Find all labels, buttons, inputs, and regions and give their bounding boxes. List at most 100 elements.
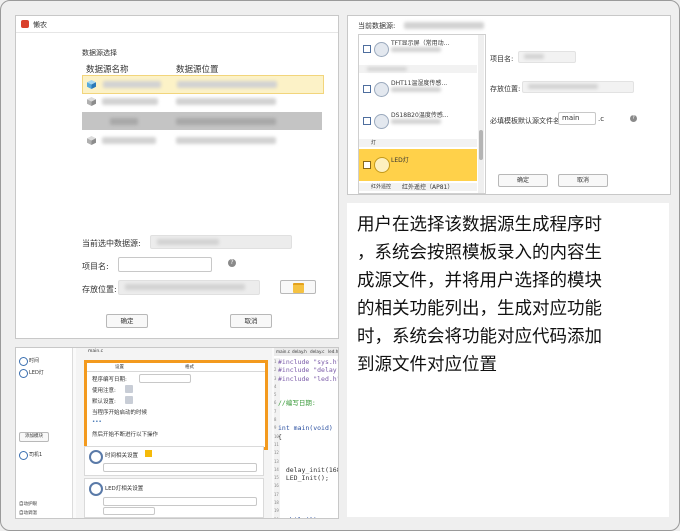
led-settings-block[interactable]: LED灯相关设置 bbox=[84, 478, 264, 518]
editor-window: 时间 LED灯 添加模块 司机1 自动护眼 自动调温 main.c 设置 格式 … bbox=[15, 347, 339, 519]
project-name-input[interactable] bbox=[518, 51, 576, 63]
code-line[interactable]: #include "delay.h" bbox=[278, 366, 338, 374]
module-list[interactable]: TFT显示屏（常用动... DHT11温湿度传感... DS18B20温度传感.… bbox=[358, 34, 486, 194]
code-tab[interactable]: delay.h bbox=[292, 349, 307, 354]
dots-indicator: ••• bbox=[92, 419, 102, 425]
settings-tabs: 设置 格式 bbox=[87, 363, 265, 372]
checkbox[interactable] bbox=[363, 45, 371, 53]
clock-icon bbox=[19, 357, 28, 366]
main-tab[interactable]: main.c bbox=[88, 349, 103, 354]
description-line: ，系统会按照模板录入的内容生 bbox=[357, 243, 602, 263]
default-settings-label: 默认设置: bbox=[92, 399, 116, 405]
title-bar: 懒农 bbox=[16, 16, 338, 33]
code-line[interactable] bbox=[278, 507, 338, 515]
project-name-input[interactable] bbox=[118, 257, 212, 272]
code-line[interactable]: { bbox=[278, 433, 338, 441]
checkbox[interactable] bbox=[363, 85, 371, 93]
filename-input[interactable]: main bbox=[558, 112, 596, 125]
code-tab[interactable]: led.h bbox=[328, 349, 338, 354]
code-line[interactable]: #include "sys.h" bbox=[278, 358, 338, 366]
bottom-item-temp[interactable]: 自动调温 bbox=[19, 510, 37, 516]
code-line[interactable]: delay_init(168); bbox=[278, 466, 338, 474]
list-item-selected[interactable]: LED灯 bbox=[359, 149, 477, 181]
cancel-button[interactable]: 取消 bbox=[558, 174, 608, 187]
tab-settings[interactable]: 设置 bbox=[115, 364, 124, 370]
code-line[interactable]: while(1) bbox=[278, 516, 338, 518]
code-line[interactable]: int main(void) bbox=[278, 424, 338, 432]
code-tab[interactable]: main.c bbox=[276, 349, 290, 354]
description-line: 时，系统会将功能对应代码添加 bbox=[357, 327, 602, 347]
help-icon[interactable]: ? bbox=[228, 259, 236, 267]
database-cube-icon bbox=[87, 97, 96, 106]
list-item[interactable]: DS18B20温度传感... bbox=[359, 107, 477, 135]
list-item[interactable]: DHT11温湿度传感... bbox=[359, 75, 477, 103]
code-line[interactable] bbox=[278, 499, 338, 507]
datasource-dialog: 懒农 数据源选择 数据源名称 数据源位置 当前选中数据源: 项目名: ? 存放位… bbox=[15, 15, 339, 339]
group-separator: 灯 bbox=[359, 139, 477, 147]
module-sidebar: 时间 LED灯 添加模块 司机1 自动护眼 自动调温 bbox=[16, 348, 73, 518]
ok-button[interactable]: 确定 bbox=[498, 174, 548, 187]
module-icon bbox=[374, 82, 389, 97]
checkbox[interactable] bbox=[363, 161, 371, 169]
table-row[interactable] bbox=[82, 93, 322, 110]
led-select[interactable] bbox=[103, 497, 257, 506]
sidebar-item-led[interactable]: LED灯 bbox=[29, 369, 44, 376]
cancel-button[interactable]: 取消 bbox=[230, 314, 272, 328]
edit-icon[interactable] bbox=[145, 450, 152, 457]
code-line[interactable] bbox=[278, 408, 338, 416]
time-select[interactable] bbox=[103, 463, 257, 472]
table-row[interactable] bbox=[82, 75, 324, 94]
module-label-ir: 红外遥控（AP81） bbox=[402, 184, 454, 191]
table-row[interactable] bbox=[82, 112, 322, 130]
template-filename-label: 必填模板默认源文件名: bbox=[490, 117, 563, 125]
code-line[interactable] bbox=[278, 383, 338, 391]
project-name-label: 项目名: bbox=[490, 55, 514, 63]
list-item[interactable]: TFT显示屏（常用动... bbox=[359, 35, 477, 63]
database-cube-icon bbox=[87, 80, 96, 89]
program-date-input[interactable] bbox=[139, 374, 191, 383]
add-module-button[interactable]: 添加模块 bbox=[19, 432, 49, 442]
description-line: 用户在选择该数据源生成程序时 bbox=[357, 215, 602, 235]
code-line[interactable] bbox=[278, 416, 338, 424]
code-line[interactable] bbox=[278, 458, 338, 466]
app-logo-icon bbox=[21, 20, 29, 28]
section-label: 数据源选择 bbox=[82, 49, 117, 57]
note-icon[interactable] bbox=[125, 385, 133, 393]
time-settings-block[interactable]: 时间相关设置 bbox=[84, 446, 264, 476]
filename-value: main bbox=[562, 114, 580, 122]
code-line[interactable] bbox=[278, 482, 338, 490]
code-line[interactable] bbox=[278, 449, 338, 457]
code-line[interactable] bbox=[278, 441, 338, 449]
program-date-label: 程序编写日期: bbox=[92, 377, 127, 383]
browse-folder-button[interactable] bbox=[280, 280, 316, 294]
code-line[interactable]: //编写日期: bbox=[278, 399, 338, 407]
config-icon[interactable] bbox=[125, 396, 133, 404]
table-row[interactable] bbox=[82, 132, 322, 149]
description-line: 成源文件，并将用户选择的模块 bbox=[357, 271, 602, 291]
led-option[interactable] bbox=[103, 507, 155, 515]
module-dialog: 当前数据源: TFT显示屏（常用动... DHT11温湿度传感... DS18B… bbox=[347, 15, 671, 195]
sidebar-item-driver[interactable]: 司机1 bbox=[29, 451, 42, 458]
group-label: 红外遥控 bbox=[371, 184, 392, 190]
current-source-header: 当前数据源: bbox=[358, 22, 396, 30]
sidebar-item-time[interactable]: 时间 bbox=[29, 357, 39, 364]
description-line: 到源文件对应位置 bbox=[357, 355, 497, 375]
description-panel: 用户在选择该数据源生成程序时 ，系统会按照模板录入的内容生 成源文件，并将用户选… bbox=[347, 203, 669, 517]
code-tab[interactable]: delay.c bbox=[310, 349, 324, 354]
checkbox[interactable] bbox=[363, 117, 371, 125]
code-line[interactable]: LED_Init(); bbox=[278, 474, 338, 482]
module-label: TFT显示屏（常用动... bbox=[391, 40, 450, 47]
ok-button[interactable]: 确定 bbox=[106, 314, 148, 328]
location-field bbox=[522, 81, 634, 93]
col-header-location: 数据源位置 bbox=[176, 65, 219, 75]
folder-icon bbox=[293, 283, 304, 293]
bottom-item-eye[interactable]: 自动护眼 bbox=[19, 501, 37, 507]
code-line[interactable]: #include "led.h" bbox=[278, 375, 338, 383]
list-scrollbar[interactable] bbox=[478, 35, 484, 193]
tab-format[interactable]: 格式 bbox=[185, 364, 194, 370]
current-source-label: 当前选中数据源: bbox=[82, 239, 141, 248]
code-text[interactable]: #include "sys.h"#include "delay.h"#inclu… bbox=[278, 358, 338, 518]
help-icon[interactable]: ? bbox=[630, 115, 637, 122]
location-field bbox=[118, 280, 260, 295]
code-line[interactable] bbox=[278, 491, 338, 499]
